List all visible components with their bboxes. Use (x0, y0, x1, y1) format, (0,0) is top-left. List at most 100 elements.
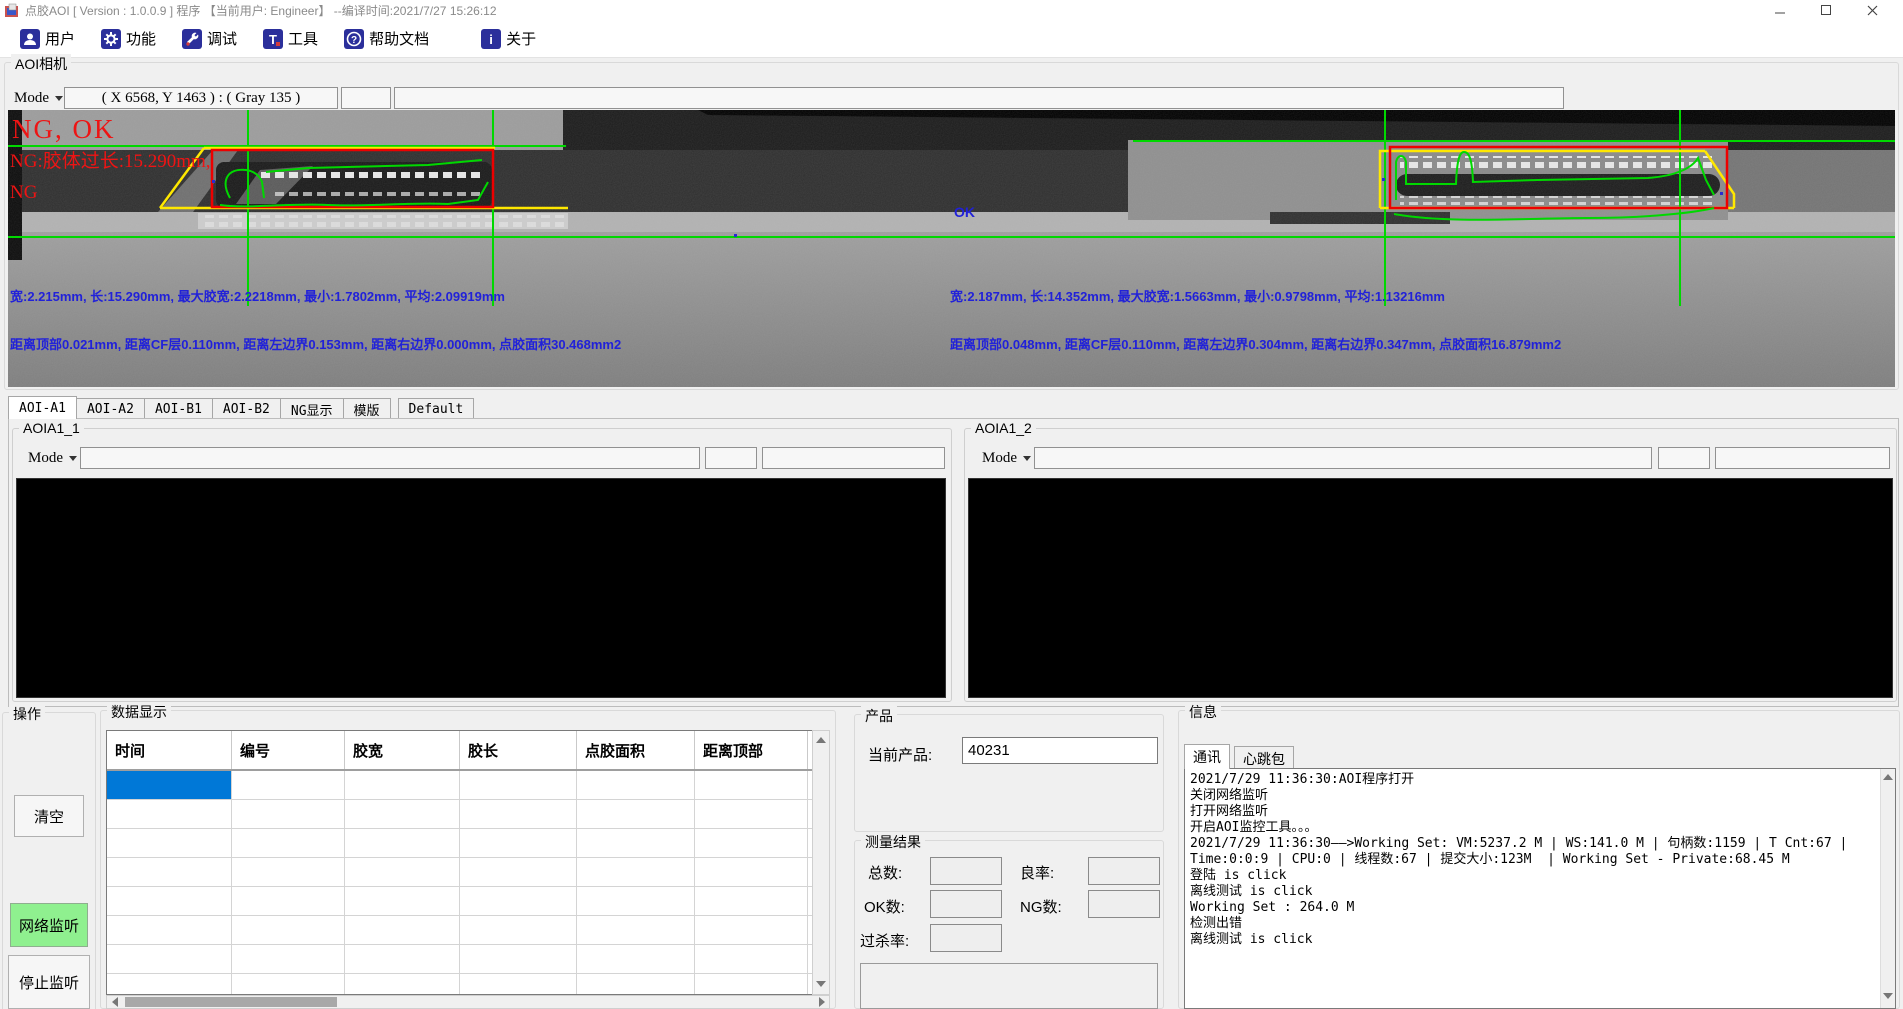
tab-ng-display[interactable]: NG显示 (280, 398, 344, 419)
table-cell[interactable] (232, 829, 345, 857)
table-row[interactable] (107, 800, 830, 829)
table-row[interactable] (107, 916, 830, 945)
close-button[interactable] (1849, 0, 1895, 20)
tab-aoi-b1[interactable]: AOI-B1 (144, 398, 213, 419)
table-cell[interactable] (107, 771, 232, 799)
table-cell[interactable] (345, 858, 460, 886)
table-cell[interactable] (695, 974, 808, 995)
communication-log[interactable]: 2021/7/29 11:36:30:AOI程序打开 关闭网络监听 打开网络监听… (1184, 768, 1896, 1009)
aoia1-2-mode-dropdown[interactable]: Mode (976, 448, 1030, 469)
table-cell[interactable] (232, 858, 345, 886)
tab-aoi-a1[interactable]: AOI-A1 (8, 396, 77, 419)
scroll-down-icon[interactable] (1883, 993, 1893, 999)
table-cell[interactable] (232, 974, 345, 995)
tab-default[interactable]: Default (398, 398, 475, 419)
table-row[interactable] (107, 887, 830, 916)
table-cell[interactable] (577, 916, 695, 944)
aoia1-2-label: AOIA1_2 (971, 420, 1036, 436)
tab-aoi-b2[interactable]: AOI-B2 (212, 398, 281, 419)
tab-template[interactable]: 模版 (343, 398, 391, 419)
table-cell[interactable] (695, 916, 808, 944)
table-cell[interactable] (345, 800, 460, 828)
table-cell[interactable] (460, 800, 577, 828)
table-cell[interactable] (577, 771, 695, 799)
table-cell[interactable] (232, 945, 345, 973)
tab-communication[interactable]: 通讯 (1184, 744, 1230, 769)
table-cell[interactable] (345, 916, 460, 944)
table-cell[interactable] (107, 829, 232, 857)
maximize-button[interactable] (1803, 0, 1849, 20)
table-cell[interactable] (460, 771, 577, 799)
table-cell[interactable] (577, 887, 695, 915)
table-cell[interactable] (345, 974, 460, 995)
table-cell[interactable] (232, 887, 345, 915)
table-cell[interactable] (577, 945, 695, 973)
stop-listen-button[interactable]: 停止监听 (8, 955, 90, 1009)
table-cell[interactable] (695, 858, 808, 886)
log-scrollbar[interactable] (1880, 769, 1895, 1008)
info-icon: i (481, 29, 501, 49)
table-cell[interactable] (232, 771, 345, 799)
scroll-up-icon[interactable] (1883, 774, 1893, 780)
aoia1-1-mode-dropdown[interactable]: Mode (22, 448, 76, 469)
table-cell[interactable] (345, 829, 460, 857)
table-horizontal-scrollbar[interactable] (106, 995, 830, 1009)
table-cell[interactable] (107, 887, 232, 915)
table-vertical-scrollbar[interactable] (812, 730, 830, 995)
table-cell[interactable] (107, 974, 232, 995)
table-header-cell[interactable]: 点胶面积 (577, 731, 695, 769)
table-cell[interactable] (345, 887, 460, 915)
table-cell[interactable] (460, 887, 577, 915)
table-header-cell[interactable]: 距离顶部 (695, 731, 808, 769)
table-cell[interactable] (460, 829, 577, 857)
table-cell[interactable] (107, 858, 232, 886)
table-row[interactable] (107, 858, 830, 887)
camera-image-view[interactable]: NG, OK NG:胶体过长:15.290mm, NG OK 宽:2.215mm… (8, 110, 1895, 387)
table-row[interactable] (107, 974, 830, 995)
network-listen-button[interactable]: 网络监听 (10, 903, 88, 947)
table-cell[interactable] (577, 858, 695, 886)
table-cell[interactable] (345, 945, 460, 973)
table-row[interactable] (107, 829, 830, 858)
table-cell[interactable] (695, 800, 808, 828)
horizontal-scroll-thumb[interactable] (125, 997, 337, 1007)
menu-item-function[interactable]: 功能 (95, 26, 162, 51)
table-header-cell[interactable]: 胶宽 (345, 731, 460, 769)
table-header-cell[interactable]: 编号 (232, 731, 345, 769)
scroll-left-icon[interactable] (112, 997, 118, 1007)
table-cell[interactable] (460, 858, 577, 886)
table-cell[interactable] (695, 771, 808, 799)
table-cell[interactable] (345, 771, 460, 799)
table-header-cell[interactable]: 胶长 (460, 731, 577, 769)
menu-item-help[interactable]: ? 帮助文档 (338, 26, 435, 51)
tab-aoi-a2[interactable]: AOI-A2 (76, 398, 145, 419)
camera-mode-dropdown[interactable]: Mode (8, 88, 62, 109)
table-cell[interactable] (107, 800, 232, 828)
table-cell[interactable] (232, 800, 345, 828)
table-cell[interactable] (232, 916, 345, 944)
table-cell[interactable] (577, 800, 695, 828)
table-cell[interactable] (460, 945, 577, 973)
table-cell[interactable] (107, 916, 232, 944)
scroll-up-icon[interactable] (816, 737, 826, 743)
table-cell[interactable] (107, 945, 232, 973)
menu-item-debug[interactable]: 调试 (176, 26, 243, 51)
table-cell[interactable] (460, 916, 577, 944)
current-product-input[interactable] (962, 737, 1158, 764)
minimize-button[interactable] (1757, 0, 1803, 20)
menu-item-user[interactable]: 用户 (14, 26, 81, 51)
menu-item-tools[interactable]: T 工具 (257, 26, 324, 51)
table-cell[interactable] (577, 974, 695, 995)
table-cell[interactable] (695, 829, 808, 857)
scroll-right-icon[interactable] (819, 997, 825, 1007)
table-cell[interactable] (695, 945, 808, 973)
menu-item-about[interactable]: i 关于 (475, 26, 542, 51)
table-row[interactable] (107, 945, 830, 974)
clear-button[interactable]: 清空 (14, 795, 84, 837)
table-cell[interactable] (460, 974, 577, 995)
table-row[interactable] (107, 771, 830, 800)
table-header-cell[interactable]: 时间 (107, 731, 232, 769)
scroll-down-icon[interactable] (816, 981, 826, 987)
table-cell[interactable] (695, 887, 808, 915)
table-cell[interactable] (577, 829, 695, 857)
